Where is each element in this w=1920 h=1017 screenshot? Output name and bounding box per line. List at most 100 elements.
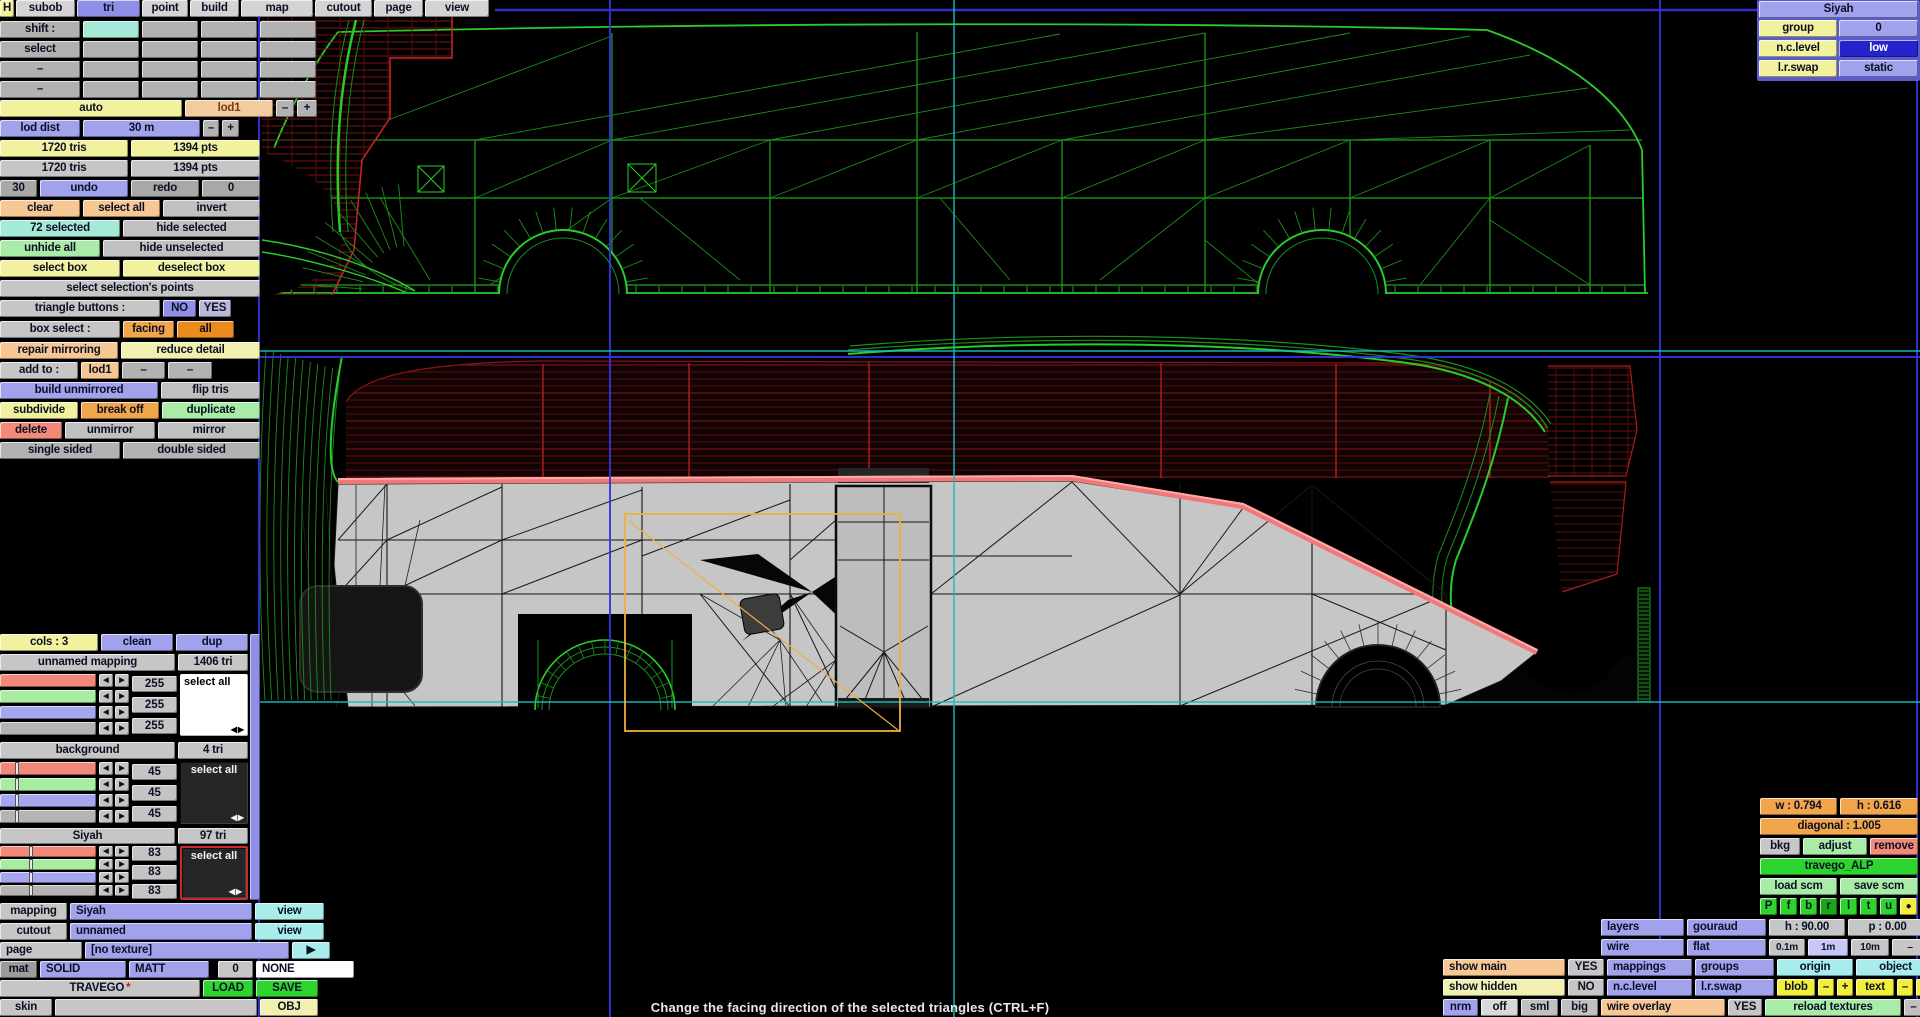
group-label[interactable]: group <box>1759 20 1837 37</box>
decrement-button[interactable]: ◀ <box>99 690 113 703</box>
mode-slot[interactable] <box>142 81 198 98</box>
alpha-slider[interactable] <box>0 885 96 896</box>
group-name[interactable]: unnamed mapping <box>0 654 175 671</box>
increment-button[interactable]: ▶ <box>115 762 129 775</box>
decrement-button[interactable]: ◀ <box>99 706 113 719</box>
select-slot[interactable] <box>260 41 316 58</box>
blue-value[interactable]: 255 <box>132 718 177 734</box>
clear-button[interactable]: clear <box>0 200 80 217</box>
menu-item-view[interactable]: view <box>425 0 489 17</box>
undo-button[interactable]: undo <box>40 180 128 197</box>
skin-value[interactable] <box>55 999 257 1016</box>
green-slider[interactable] <box>0 778 96 791</box>
select-slot[interactable] <box>83 41 139 58</box>
increment-button[interactable]: ▶ <box>115 885 129 896</box>
shift-slot[interactable] <box>142 21 198 38</box>
lod-auto-button[interactable]: auto <box>0 100 182 117</box>
blue-value[interactable]: 45 <box>132 806 177 822</box>
redo-button[interactable]: redo <box>131 180 199 197</box>
obj-button[interactable]: OBJ <box>260 999 318 1016</box>
load-button[interactable]: LOAD <box>203 980 253 997</box>
mode-slot[interactable] <box>201 61 257 78</box>
mat-texture[interactable]: NONE <box>256 961 354 978</box>
lod-dist-label[interactable]: lod dist <box>0 120 80 137</box>
page-arrows[interactable]: ◀▶ <box>229 887 243 896</box>
mat-matt[interactable]: MATT <box>129 961 209 978</box>
nc-level-button[interactable]: n.c.level <box>1607 979 1692 996</box>
load-scm-button[interactable]: load scm <box>1760 878 1837 895</box>
proj-b-button[interactable]: b <box>1800 898 1817 915</box>
menu-item-tri[interactable]: tri <box>77 0 140 17</box>
menu-item-build[interactable]: build <box>190 0 239 17</box>
increment-button[interactable]: ▶ <box>115 722 129 735</box>
lr-swap-label[interactable]: l.r.swap <box>1759 60 1837 77</box>
nc-level-value[interactable]: low <box>1839 40 1918 57</box>
reload-textures-button[interactable]: reload textures <box>1765 999 1901 1016</box>
wire-button[interactable]: wire <box>1601 939 1684 956</box>
decrement-button[interactable]: ◀ <box>99 810 113 823</box>
show-hidden-button[interactable]: show hidden <box>1443 979 1565 996</box>
add-to-lod1-button[interactable]: lod1 <box>81 362 119 379</box>
lod-dist-plus[interactable]: + <box>222 120 239 137</box>
double-sided-button[interactable]: double sided <box>123 442 260 459</box>
invert-button[interactable]: invert <box>163 200 260 217</box>
proj-f-button[interactable]: f <box>1780 898 1797 915</box>
origin-button[interactable]: origin <box>1777 959 1853 976</box>
blue-slider[interactable] <box>0 706 96 719</box>
select-slot[interactable] <box>201 41 257 58</box>
remove-button[interactable]: remove <box>1870 838 1918 855</box>
flat-button[interactable]: flat <box>1687 939 1766 956</box>
group-select-all-button[interactable]: select all ◀▶ <box>180 762 248 824</box>
blue-value[interactable]: 83 <box>132 884 177 899</box>
show-main-toggle[interactable]: YES <box>1568 959 1604 976</box>
mode-slot[interactable] <box>83 81 139 98</box>
repair-mirroring-button[interactable]: repair mirroring <box>0 342 118 359</box>
materials-scrollbar[interactable] <box>250 634 260 900</box>
select-box-button[interactable]: select box <box>0 260 120 277</box>
menu-item-subob[interactable]: subob <box>16 0 75 17</box>
increment-button[interactable]: ▶ <box>115 706 129 719</box>
mat-solid[interactable]: SOLID <box>40 961 126 978</box>
grid-01m-button[interactable]: 0.1m <box>1769 939 1805 956</box>
text-minus-button[interactable]: – <box>1897 979 1913 996</box>
save-button[interactable]: SAVE <box>256 980 318 997</box>
model-name-button[interactable]: TRAVEGO * <box>0 980 200 997</box>
page-arrows[interactable]: ◀▶ <box>231 725 245 734</box>
proj-l-button[interactable]: l <box>1840 898 1857 915</box>
shift-slot[interactable] <box>260 21 316 38</box>
mode-slot[interactable] <box>201 81 257 98</box>
triangle-buttons-no[interactable]: NO <box>163 300 196 317</box>
wire-overlay-toggle[interactable]: YES <box>1728 999 1762 1016</box>
hide-selected-button[interactable]: hide selected <box>123 220 260 237</box>
page-arrows[interactable]: ◀▶ <box>231 813 245 822</box>
flip-tris-button[interactable]: flip tris <box>161 382 260 399</box>
adjust-button[interactable]: adjust <box>1803 838 1867 855</box>
decrement-button[interactable]: ◀ <box>99 762 113 775</box>
grid-10m-button[interactable]: 10m <box>1851 939 1889 956</box>
lod-dist-value[interactable]: 30 m <box>83 120 200 137</box>
proj-r-button-active[interactable]: r <box>1820 898 1837 915</box>
subdivide-button[interactable]: subdivide <box>0 402 78 419</box>
cutout-view-button[interactable]: view <box>255 923 324 940</box>
mode-slot[interactable] <box>83 61 139 78</box>
mappings-button[interactable]: mappings <box>1607 959 1692 976</box>
lod-plus-button[interactable]: + <box>297 100 317 117</box>
red-slider[interactable] <box>0 762 96 775</box>
increment-button[interactable]: ▶ <box>115 690 129 703</box>
lod1-button[interactable]: lod1 <box>185 100 273 117</box>
increment-button[interactable]: ▶ <box>115 674 129 687</box>
alpha-slider[interactable] <box>0 810 96 823</box>
mirror-button[interactable]: mirror <box>158 422 260 439</box>
deselect-box-button[interactable]: deselect box <box>123 260 260 277</box>
mode-slot[interactable] <box>260 61 316 78</box>
wire-overlay-button[interactable]: wire overlay <box>1601 999 1725 1016</box>
group-select-all-button-active[interactable]: select all ◀▶ <box>180 846 248 900</box>
reload-dash-button[interactable]: – <box>1904 999 1920 1016</box>
proj-dot-button[interactable]: ● <box>1900 898 1917 915</box>
decrement-button[interactable]: ◀ <box>99 778 113 791</box>
blob-plus-button[interactable]: + <box>1837 979 1853 996</box>
grid-1m-button-active[interactable]: 1m <box>1808 939 1848 956</box>
grid-dash-button[interactable]: – <box>1892 939 1920 956</box>
mapping-value[interactable]: Siyah <box>70 903 252 920</box>
triangle-buttons-yes[interactable]: YES <box>199 300 231 317</box>
